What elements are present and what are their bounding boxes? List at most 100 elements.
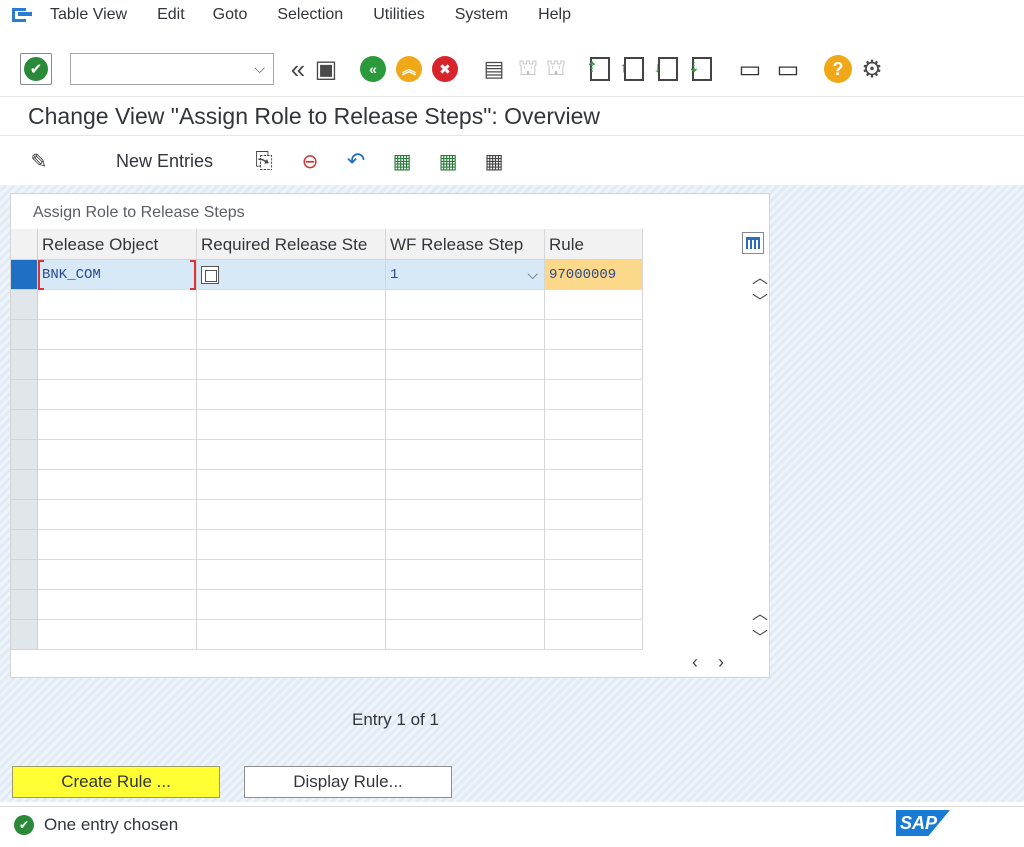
create-session-icon[interactable]: ▭ <box>736 55 764 83</box>
create-rule-button[interactable]: Create Rule ... <box>12 766 220 798</box>
table-cell[interactable] <box>545 560 643 590</box>
table-row[interactable] <box>11 320 643 350</box>
table-row[interactable] <box>11 590 643 620</box>
select-block-icon[interactable]: ▦ <box>435 148 461 174</box>
table-cell[interactable] <box>197 440 386 470</box>
table-cell[interactable] <box>545 410 643 440</box>
back-icon[interactable]: « <box>284 54 312 84</box>
table-cell[interactable] <box>386 320 545 350</box>
table-row[interactable] <box>11 500 643 530</box>
menu-help[interactable]: Help <box>524 6 587 24</box>
table-row[interactable] <box>11 530 643 560</box>
menu-goto[interactable]: Goto <box>201 6 264 24</box>
menu-utilities[interactable]: Utilities <box>359 6 441 24</box>
scroll-right-icon[interactable]: › <box>718 652 724 673</box>
table-cell[interactable] <box>197 410 386 440</box>
table-cell[interactable] <box>197 500 386 530</box>
table-cell[interactable] <box>545 320 643 350</box>
value-help-icon[interactable] <box>201 266 219 284</box>
scroll-page-up-icon[interactable]: ︿ <box>750 600 770 624</box>
table-cell[interactable] <box>38 380 197 410</box>
display-change-icon[interactable]: ✎ <box>26 148 52 174</box>
undo-icon[interactable]: ↶ <box>343 148 369 174</box>
row-selector[interactable] <box>11 380 38 410</box>
table-cell[interactable] <box>545 530 643 560</box>
column-header-rule[interactable]: Rule <box>545 229 643 260</box>
wf-release-step-cell[interactable]: 1 ⌵ <box>386 260 545 290</box>
shortcut-icon[interactable]: ▭ <box>774 55 802 83</box>
table-settings-button[interactable] <box>742 232 764 254</box>
table-cell[interactable] <box>38 320 197 350</box>
command-input[interactable] <box>71 54 241 84</box>
table-cell[interactable] <box>38 500 197 530</box>
row-selector[interactable] <box>11 500 38 530</box>
scroll-page-down-icon[interactable]: ﹀ <box>750 624 770 648</box>
table-cell[interactable] <box>386 350 545 380</box>
table-row[interactable] <box>11 350 643 380</box>
save-icon[interactable]: ▣ <box>312 55 340 83</box>
column-header-required-release-step[interactable]: Required Release Ste <box>197 229 386 260</box>
first-page-icon[interactable]: ⇡ <box>586 55 614 83</box>
exit-icon[interactable]: « <box>360 56 386 82</box>
row-selector[interactable] <box>11 560 38 590</box>
table-cell[interactable] <box>386 440 545 470</box>
table-cell[interactable] <box>545 290 643 320</box>
table-cell[interactable] <box>38 410 197 440</box>
settings-icon[interactable]: ⚙ <box>858 55 886 83</box>
table-row[interactable] <box>11 410 643 440</box>
table-cell[interactable] <box>386 620 545 650</box>
table-cell[interactable] <box>386 410 545 440</box>
table-cell[interactable] <box>545 440 643 470</box>
table-cell[interactable] <box>38 440 197 470</box>
table-row[interactable]: BNK_COM 1 ⌵ 97000009 <box>11 260 643 290</box>
table-cell[interactable] <box>545 350 643 380</box>
scroll-down-icon[interactable]: ﹀ <box>750 288 770 312</box>
table-row[interactable] <box>11 560 643 590</box>
table-cell[interactable] <box>38 560 197 590</box>
table-cell[interactable] <box>38 530 197 560</box>
row-selector[interactable] <box>11 320 38 350</box>
row-selector[interactable] <box>11 470 38 500</box>
row-selector[interactable] <box>11 290 38 320</box>
sap-menu-icon[interactable] <box>12 6 34 24</box>
previous-page-icon[interactable]: ↑ <box>620 55 648 83</box>
table-row[interactable] <box>11 470 643 500</box>
table-cell[interactable] <box>38 290 197 320</box>
release-object-cell[interactable]: BNK_COM <box>38 260 197 290</box>
scroll-up-icon[interactable]: ︿ <box>750 264 770 288</box>
column-header-wf-release-step[interactable]: WF Release Step <box>386 229 545 260</box>
delete-icon[interactable]: ⊖ <box>297 148 323 174</box>
table-cell[interactable] <box>197 470 386 500</box>
menu-system[interactable]: System <box>441 6 524 24</box>
row-selector[interactable] <box>11 590 38 620</box>
column-header-release-object[interactable]: Release Object <box>38 229 197 260</box>
copy-as-icon[interactable]: ⎘ <box>251 148 277 174</box>
command-field[interactable]: ⌵ <box>70 53 274 85</box>
chevron-down-icon[interactable]: ⌵ <box>527 266 538 283</box>
row-selector[interactable] <box>11 410 38 440</box>
row-selector[interactable] <box>11 620 38 650</box>
table-cell[interactable] <box>197 350 386 380</box>
table-cell[interactable] <box>386 530 545 560</box>
table-cell[interactable] <box>545 590 643 620</box>
table-row[interactable] <box>11 440 643 470</box>
table-cell[interactable] <box>386 500 545 530</box>
table-cell[interactable] <box>386 470 545 500</box>
table-row[interactable] <box>11 620 643 650</box>
table-cell[interactable] <box>38 470 197 500</box>
last-page-icon[interactable]: ⇣ <box>688 55 716 83</box>
next-page-icon[interactable]: ↓ <box>654 55 682 83</box>
menu-edit[interactable]: Edit <box>143 6 201 24</box>
table-cell[interactable] <box>386 560 545 590</box>
table-cell[interactable] <box>38 620 197 650</box>
help-icon[interactable]: ? <box>824 55 852 83</box>
required-release-step-cell[interactable] <box>197 260 386 290</box>
table-cell[interactable] <box>386 290 545 320</box>
menu-selection[interactable]: Selection <box>263 6 359 24</box>
table-cell[interactable] <box>38 350 197 380</box>
enter-button[interactable]: ✔ <box>20 53 52 85</box>
table-cell[interactable] <box>197 620 386 650</box>
table-cell[interactable] <box>545 500 643 530</box>
menu-table-view[interactable]: Table View <box>50 6 143 24</box>
table-cell[interactable] <box>197 320 386 350</box>
